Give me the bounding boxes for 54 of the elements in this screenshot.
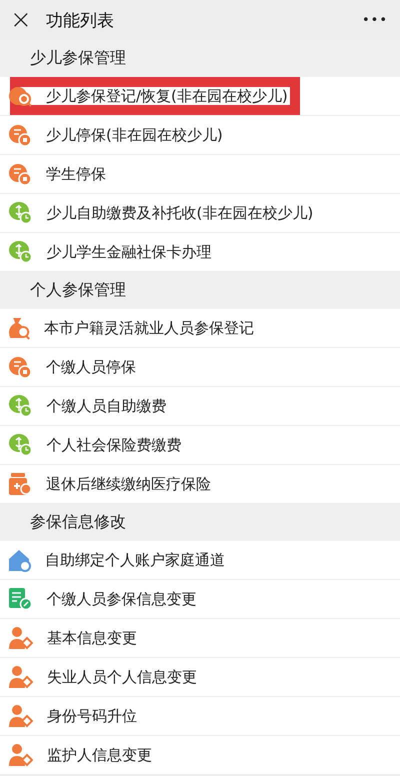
list-item[interactable]: 退休后继续缴纳医疗保险 <box>0 465 400 504</box>
item-label: 个缴人员自助缴费 <box>46 396 166 416</box>
item-label: 本市户籍灵活就业人员参保登记 <box>44 318 254 338</box>
item-label: 个缴人员参保信息变更 <box>46 590 196 608</box>
list-item[interactable]: 自助绑定个人账户家庭通道 <box>0 541 400 580</box>
item-label: 少儿停保(非在园在校少儿) <box>46 126 223 144</box>
item-label: 失业人员个人信息变更 <box>47 668 197 686</box>
item-label: 退休后继续缴纳医疗保险 <box>46 474 211 494</box>
item-label: 学生停保 <box>46 164 106 184</box>
item-label: 个人社会保险费缴费 <box>46 436 182 454</box>
item-label: 自助绑定个人账户家庭通道 <box>45 550 225 570</box>
section-title: 个人参保管理 <box>30 280 126 301</box>
list-item[interactable]: 少儿学生金融社保卡办理 <box>0 233 400 272</box>
list-item[interactable]: 学生停保 <box>0 155 400 194</box>
item-label: 基本信息变更 <box>47 628 137 648</box>
badge-icon <box>8 356 32 378</box>
item-label: 少儿自助缴费及补托收(非在园在校少儿) <box>46 204 314 222</box>
coin-clock-icon <box>8 240 32 264</box>
list-item[interactable]: 失业人员个人信息变更 <box>0 658 400 697</box>
window-title: 功能列表 <box>46 10 115 32</box>
more-button[interactable]: ••• <box>362 12 388 28</box>
person-diamond-icon <box>8 665 33 689</box>
doc-magnifier-icon <box>8 86 32 106</box>
close-button[interactable]: × <box>10 7 38 33</box>
list-item[interactable]: 少儿参保登记/恢复(非在园在校少儿) <box>0 77 400 116</box>
medicine-box-icon <box>8 472 32 496</box>
person-diamond-icon <box>8 626 33 650</box>
item-label: 个缴人员停保 <box>46 358 136 376</box>
badge-icon <box>8 124 32 146</box>
form-pencil-icon <box>8 587 32 611</box>
list-item[interactable]: 本市户籍灵活就业人员参保登记 <box>0 309 400 348</box>
list-item[interactable]: 少儿停保(非在园在校少儿) <box>0 116 400 155</box>
person-diamond-icon <box>8 743 33 767</box>
money-bag-icon <box>8 316 30 340</box>
item-label: 少儿学生金融社保卡办理 <box>46 242 212 262</box>
coin-clock-icon <box>8 433 32 457</box>
item-label: 少儿参保登记/恢复(非在园在校少儿) <box>46 86 288 106</box>
list-item[interactable]: 个缴人员参保信息变更 <box>0 580 400 619</box>
list-item[interactable]: 基本信息变更 <box>0 619 400 658</box>
list-item[interactable]: 监护人信息变更 <box>0 736 400 775</box>
coin-clock-icon <box>8 394 32 418</box>
item-label: 身份号码升位 <box>47 706 137 726</box>
list-item[interactable]: 个缴人员自助缴费 <box>0 387 400 426</box>
section-title: 参保信息修改 <box>30 512 126 533</box>
list-item[interactable]: 身份号码升位 <box>0 697 400 736</box>
item-label: 监护人信息变更 <box>47 746 152 764</box>
person-diamond-icon <box>8 704 33 728</box>
list-item[interactable]: 个人社会保险费缴费 <box>0 426 400 465</box>
house-icon <box>8 548 31 572</box>
list-item[interactable]: 少儿自助缴费及补托收(非在园在校少儿) <box>0 194 400 233</box>
section-title: 少儿参保管理 <box>30 48 126 69</box>
badge-icon <box>8 162 32 186</box>
coin-clock-icon <box>8 201 32 225</box>
list-item[interactable]: 个缴人员停保 <box>0 348 400 387</box>
